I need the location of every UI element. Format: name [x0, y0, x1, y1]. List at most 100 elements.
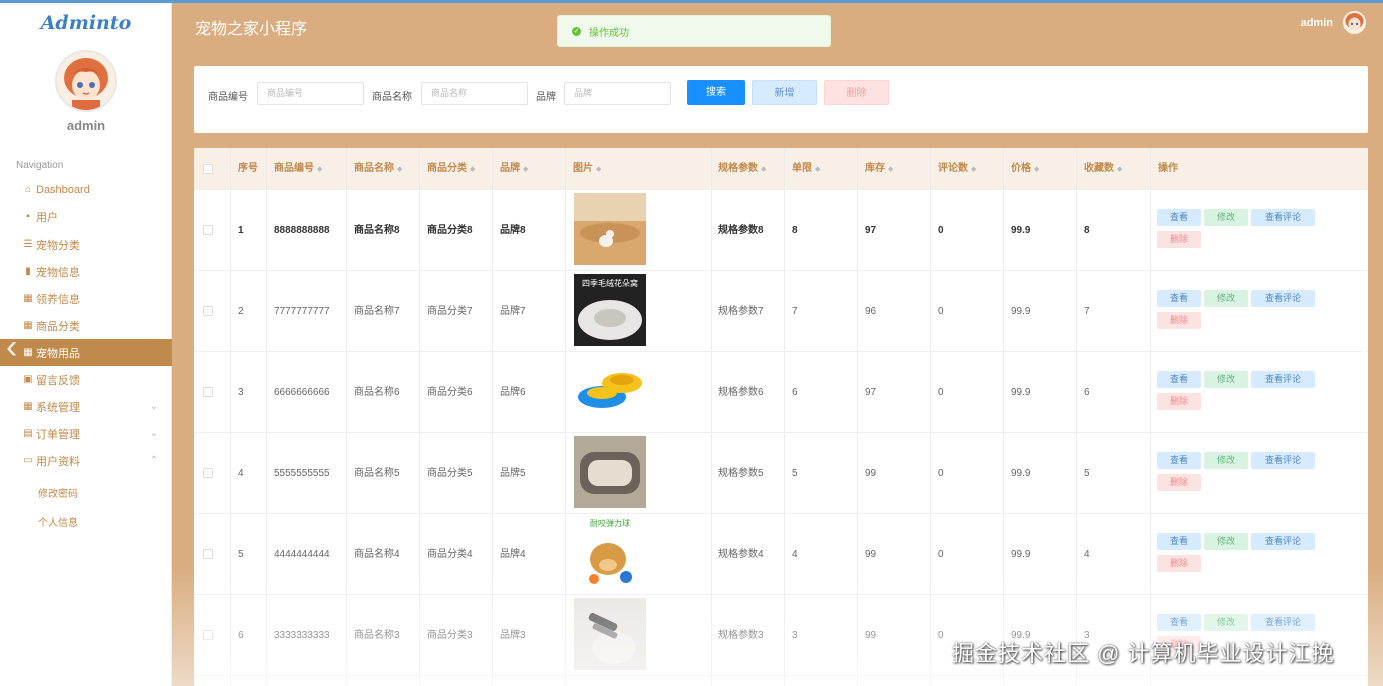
edit-button[interactable]: 修改 [1204, 371, 1248, 388]
product-image[interactable]: 耐咬弹力球 [574, 517, 646, 589]
cell-code: 3333333333 [274, 630, 330, 641]
view-reviews-button[interactable]: 查看评论 [1251, 371, 1315, 388]
edit-button[interactable]: 修改 [1204, 290, 1248, 307]
grid-icon: ▦ [23, 320, 33, 331]
product-code-input[interactable]: 商品编号 [257, 82, 364, 105]
col-header-category[interactable]: 商品分类 ◆ [427, 148, 475, 190]
product-image[interactable] [574, 355, 646, 427]
edit-button[interactable]: 修改 [1204, 209, 1248, 226]
delete-button[interactable]: 删除 [1157, 231, 1201, 248]
svg-text:四季毛绒花朵窝: 四季毛绒花朵窝 [582, 278, 638, 288]
sidebar-item-users[interactable]: ▪ 用户 [0, 203, 172, 230]
view-button[interactable]: 查看 [1157, 290, 1201, 307]
row-checkbox[interactable] [203, 630, 213, 640]
sort-icon: ◆ [523, 166, 529, 173]
view-button[interactable]: 查看 [1157, 209, 1201, 226]
cell-favs: 5 [1084, 468, 1090, 479]
brand-input[interactable]: 品牌 [564, 82, 671, 105]
sidebar-subitem-change-password[interactable]: 修改密码 [38, 485, 78, 500]
edit-button[interactable]: 修改 [1204, 533, 1248, 550]
row-checkbox[interactable] [203, 306, 213, 316]
top-accent-line [0, 0, 1383, 3]
col-header-comments[interactable]: 评论数 ◆ [938, 148, 976, 190]
view-button[interactable]: 查看 [1157, 371, 1201, 388]
add-button[interactable]: 新增 [752, 80, 817, 105]
sort-icon: ◆ [596, 166, 602, 173]
sidebar-item-label: 宠物信息 [36, 266, 80, 279]
row-checkbox[interactable] [203, 549, 213, 559]
view-reviews-button[interactable]: 查看评论 [1251, 452, 1315, 469]
row-checkbox[interactable] [203, 387, 213, 397]
check-circle-icon: ✓ [572, 26, 581, 36]
col-header-code[interactable]: 商品编号 ◆ [274, 148, 322, 190]
col-header-stock[interactable]: 库存 ◆ [865, 148, 893, 190]
row-checkbox[interactable] [203, 468, 213, 478]
delete-button[interactable]: 删除 [1157, 393, 1201, 410]
cell-stock: 99 [865, 630, 877, 641]
sidebar-subitem-personal-info[interactable]: 个人信息 [38, 514, 78, 529]
col-header-spec[interactable]: 规格参数 ◆ [718, 148, 766, 190]
product-image[interactable]: 四季毛绒花朵窝 [574, 274, 646, 346]
delete-button[interactable]: 删除 [1157, 555, 1201, 572]
cell-name: 商品名称7 [354, 306, 400, 317]
col-header-price[interactable]: 价格 ◆ [1011, 148, 1039, 190]
col-header-limit[interactable]: 单限 ◆ [792, 148, 820, 190]
carousel-next-icon[interactable]: › [1358, 328, 1369, 367]
cell-code: 8888888888 [274, 225, 330, 236]
sidebar-item-product-category[interactable]: ▦ 商品分类 [0, 312, 172, 339]
sidebar-item-system[interactable]: ▦ 系统管理 ⌄ [0, 393, 172, 420]
sidebar-item-pet-category[interactable]: ☰ 宠物分类 [0, 231, 172, 258]
batch-delete-button[interactable]: 删除 [824, 80, 889, 105]
sidebar-item-dashboard[interactable]: ⌂ Dashboard [0, 176, 172, 203]
cell-favs: 4 [1084, 549, 1090, 560]
cell-name: 商品名称5 [354, 468, 400, 479]
search-button[interactable]: 搜索 [687, 80, 745, 105]
search-panel: 商品编号 商品编号 商品名称 商品名称 品牌 品牌 搜索 新增 删除 [194, 66, 1368, 133]
view-button[interactable]: 查看 [1157, 533, 1201, 550]
cell-name: 商品名称6 [354, 387, 400, 398]
delete-button[interactable]: 删除 [1157, 312, 1201, 329]
header-username[interactable]: admin [1301, 17, 1333, 29]
cell-code: 4444444444 [274, 549, 330, 560]
app-logo[interactable]: Adminto [0, 12, 172, 34]
cell-no: 5 [238, 549, 244, 560]
view-reviews-button[interactable]: 查看评论 [1251, 290, 1315, 307]
view-reviews-button[interactable]: 查看评论 [1251, 533, 1315, 550]
sidebar-item-orders[interactable]: ▤ 订单管理 ⌄ [0, 420, 172, 447]
cell-category: 商品分类7 [427, 306, 473, 317]
row-checkbox[interactable] [203, 225, 213, 235]
sidebar-item-profile[interactable]: ▭ 用户资料 ⌃ [0, 447, 172, 474]
view-reviews-button[interactable]: 查看评论 [1251, 209, 1315, 226]
view-button[interactable]: 查看 [1157, 614, 1201, 631]
sidebar-item-adoption[interactable]: ▦ 领养信息 [0, 285, 172, 312]
col-header-favs[interactable]: 收藏数 ◆ [1084, 148, 1122, 190]
col-header-brand[interactable]: 品牌 ◆ [500, 148, 528, 190]
select-all-checkbox[interactable] [203, 164, 213, 174]
cell-code: 5555555555 [274, 468, 330, 479]
col-header-image[interactable]: 图片 ◆ [573, 148, 601, 190]
avatar[interactable] [55, 50, 117, 112]
view-button[interactable]: 查看 [1157, 452, 1201, 469]
product-name-input[interactable]: 商品名称 [421, 82, 528, 105]
view-reviews-button[interactable]: 查看评论 [1251, 614, 1315, 631]
edit-button[interactable]: 修改 [1204, 452, 1248, 469]
col-header-name[interactable]: 商品名称 ◆ [354, 148, 402, 190]
sidebar-item-pet-info[interactable]: ▮ 宠物信息 [0, 258, 172, 285]
sidebar-item-label: 商品分类 [36, 320, 80, 333]
cell-brand: 品牌8 [500, 225, 526, 236]
cell-limit: 4 [792, 549, 798, 560]
delete-button[interactable]: 删除 [1157, 474, 1201, 491]
sidebar-item-feedback[interactable]: ▣ 留言反馈 [0, 366, 172, 393]
header-avatar[interactable] [1343, 11, 1366, 34]
carousel-prev-icon[interactable]: ‹ [6, 328, 17, 367]
product-image[interactable] [574, 193, 646, 265]
svg-text:耐咬弹力球: 耐咬弹力球 [590, 518, 630, 528]
cell-comments: 0 [938, 306, 944, 317]
cell-brand: 品牌4 [500, 549, 526, 560]
box-icon: ▤ [23, 428, 33, 439]
cell-limit: 7 [792, 306, 798, 317]
sidebar-item-pet-supplies[interactable]: ▦ 宠物用品 [0, 339, 172, 366]
product-image[interactable] [574, 598, 646, 670]
edit-button[interactable]: 修改 [1204, 614, 1248, 631]
product-image[interactable] [574, 436, 646, 508]
